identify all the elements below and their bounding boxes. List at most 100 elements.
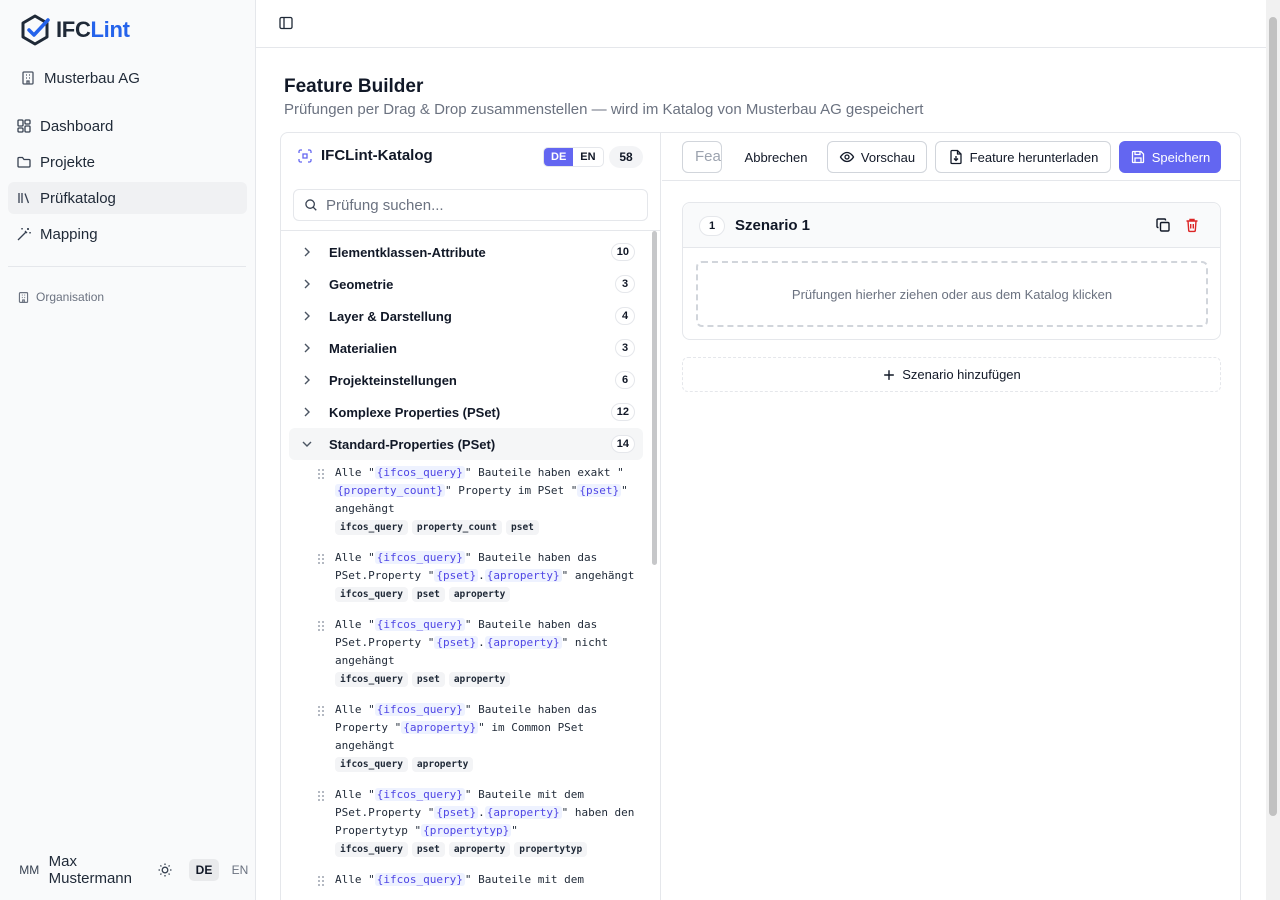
catalog-lang-de[interactable]: DE [544,148,574,166]
drag-handle-icon[interactable] [317,790,325,802]
sidebar-toggle-icon[interactable] [278,15,294,31]
category-count: 3 [615,275,635,293]
chevron-right-icon [304,407,310,417]
category-label: Standard-Properties (PSet) [329,436,496,452]
category-count: 10 [610,243,635,261]
section-label-text: Organisation [36,290,105,304]
organization-switcher[interactable]: Musterbau AG [20,68,140,88]
category-label: Projekteinstellungen [329,372,457,388]
search-icon [304,198,318,212]
save-button[interactable]: Speichern [1119,141,1221,173]
rule-placeholder: {pset} [434,636,479,649]
rule-tag: pset [506,520,539,535]
nav-item-projekte[interactable]: Projekte [8,146,247,178]
organisation-section-label[interactable]: Organisation [17,290,104,304]
scenario-title[interactable]: Szenario 1 [735,217,810,234]
catalog-rule-item[interactable]: Alle " {ifcos_query} " Bauteile haben das … [281,701,651,772]
language-en-button[interactable]: EN [225,859,255,881]
rule-text-fragment: . [478,636,485,649]
category-elementklassen-attribute[interactable]: Elementklassen-Attribute 10 [289,236,643,268]
category-count: 4 [615,307,635,325]
eye-icon [839,149,855,165]
category-materialien[interactable]: Materialien 3 [289,332,643,364]
catalog-rule-item[interactable]: Alle " {ifcos_query} " Bauteile haben exak… [281,464,651,535]
page-scrollbar[interactable] [1266,0,1280,900]
logo-text: IFCLint [56,17,130,42]
catalog-lang-en[interactable]: EN [573,148,602,166]
rule-text: Alle " {ifcos_query} " Bauteile haben das … [335,701,637,755]
organization-name: Musterbau AG [44,69,140,87]
rule-text-fragment: " Property im PSet " [444,484,578,497]
catalog-rule-item[interactable]: Alle " {ifcos_query} " Bauteile mit dem [281,871,651,889]
category-geometrie[interactable]: Geometrie 3 [289,268,643,300]
category-count: 6 [615,371,635,389]
rule-placeholder: {aproperty} [401,721,479,734]
catalog-rule-item[interactable]: Alle " {ifcos_query} " Bauteile mit dem PS… [281,786,651,857]
rule-text-fragment: " Bauteile haben exakt " [464,466,624,479]
rule-tag: pset [411,587,445,602]
avatar[interactable]: MM [16,857,43,883]
category-count: 12 [610,403,635,421]
copy-icon[interactable] [1155,217,1171,233]
rule-text: Alle " {ifcos_query} " Bauteile haben das … [335,616,637,670]
scenario-header: 1 Szenario 1 [683,203,1220,248]
download-label: Feature herunterladen [969,149,1099,165]
drag-handle-icon[interactable] [317,705,325,717]
trash-icon[interactable] [1184,217,1200,233]
sun-icon[interactable] [157,862,173,878]
rule-placeholder: {ifcos_query} [374,873,465,886]
drag-handle-icon[interactable] [317,468,325,480]
sidebar-divider [8,266,246,267]
add-scenario-button[interactable]: Szenario hinzufügen [682,357,1221,392]
drag-handle-icon[interactable] [317,875,325,887]
rule-text-fragment: Alle " [335,551,375,564]
catalog-rule-item[interactable]: Alle " {ifcos_query} " Bauteile haben das … [281,549,651,602]
rule-tag: ifcos_query [335,587,408,602]
building-icon [17,291,30,304]
rule-tag: ifcos_query [335,842,408,857]
preview-button[interactable]: Vorschau [827,141,927,173]
app-logo[interactable]: IFCLint [20,14,130,46]
rule-text-fragment: " angehängt [561,569,635,582]
rule-tag: pset [411,842,445,857]
rule-text-fragment: Alle " [335,618,375,631]
rule-text: Alle " {ifcos_query} " Bauteile mit dem PS… [335,786,637,840]
user-name[interactable]: Max Mustermann [49,853,145,887]
add-scenario-label: Szenario hinzufügen [902,367,1021,382]
catalog-search-input[interactable] [326,196,626,214]
chevron-down-icon [302,441,312,447]
category-layer-darstellung[interactable]: Layer & Darstellung 4 [289,300,643,332]
rule-text-fragment: " [511,824,518,837]
rule-tag: aproperty [448,587,511,602]
chevron-right-icon [304,247,310,257]
drag-handle-icon[interactable] [317,553,325,565]
rule-tag: propertytyp [514,842,588,857]
nav-item-pruefkatalog[interactable]: Prüfkatalog [8,182,247,214]
nav-label: Mapping [40,225,98,243]
rule-placeholder: {ifcos_query} [374,551,465,564]
rule-tag: aproperty [411,757,474,772]
rule-list: Alle " {ifcos_query} " Bauteile haben exak… [281,460,651,889]
rule-text: Alle " {ifcos_query} " Bauteile mit dem [335,871,637,889]
category-standard-properties[interactable]: Standard-Properties (PSet) 14 [289,428,643,460]
rule-placeholder: {ifcos_query} [374,788,465,801]
chevron-right-icon [304,375,310,385]
save-icon [1130,149,1146,165]
catalog-scrollbar[interactable] [652,231,657,565]
rule-placeholder: {aproperty} [484,806,562,819]
nav-item-mapping[interactable]: Mapping [8,218,247,250]
rule-text: Alle " {ifcos_query} " Bauteile haben das … [335,549,637,585]
feature-name-input[interactable]: Feature [682,141,722,173]
category-komplexe-properties[interactable]: Komplexe Properties (PSet) 12 [289,396,643,428]
catalog-rule-item[interactable]: Alle " {ifcos_query} " Bauteile haben das … [281,616,651,687]
scenario-dropzone[interactable]: Prüfungen hierher ziehen oder aus dem Ka… [696,261,1208,327]
nav-item-dashboard[interactable]: Dashboard [8,110,247,142]
page-scrollbar-thumb[interactable] [1269,17,1277,816]
cancel-button[interactable]: Abbrechen [736,141,816,173]
download-feature-button[interactable]: Feature herunterladen [935,141,1111,173]
catalog-panel: IFCLint-Katalog DE EN 58 Elementklassen-… [281,133,661,900]
drag-handle-icon[interactable] [317,620,325,632]
language-de-button[interactable]: DE [189,859,219,881]
category-projekteinstellungen[interactable]: Projekteinstellungen 6 [289,364,643,396]
scenario-card: 1 Szenario 1 Prüfungen hierher ziehen od… [682,202,1221,340]
